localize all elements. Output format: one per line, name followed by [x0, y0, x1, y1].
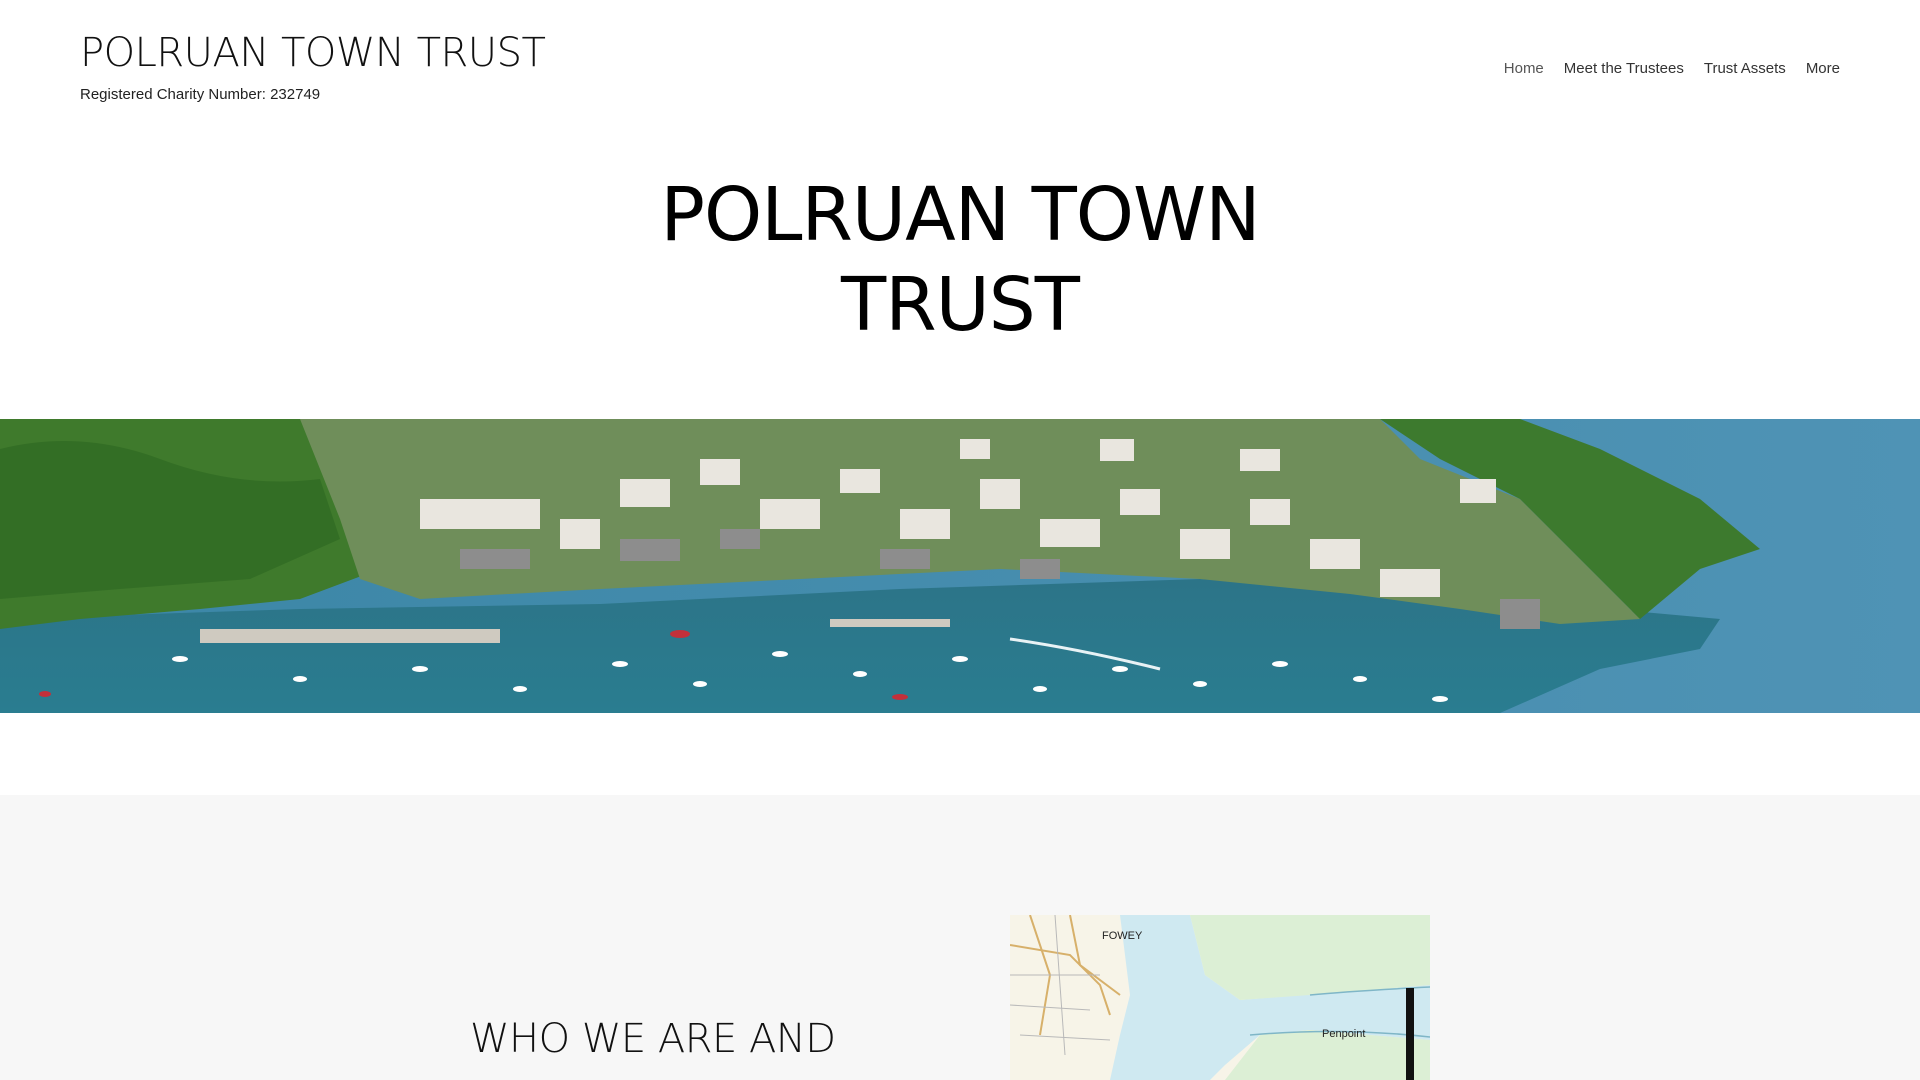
hero-title-line2: TRUST	[841, 262, 1080, 348]
nav-item-home[interactable]: Home	[1504, 60, 1544, 77]
hero-title: POLRUAN TOWN TRUST	[0, 170, 1920, 350]
harbour-banner-image	[0, 419, 1920, 713]
nav-item-meet-the-trustees[interactable]: Meet the Trustees	[1564, 60, 1684, 77]
map-label-penpoint: Penpoint	[1322, 1028, 1365, 1040]
map-label-fowey: FOWEY	[1102, 930, 1143, 942]
main-nav: Home Meet the Trustees Trust Assets More	[1504, 60, 1840, 77]
nav-item-more[interactable]: More	[1806, 60, 1840, 77]
about-heading: WHO WE ARE AND	[470, 1016, 836, 1062]
hero-title-line1: POLRUAN TOWN	[660, 172, 1260, 258]
site-title[interactable]: POLRUAN TOWN TRUST	[80, 30, 546, 76]
nav-item-trust-assets[interactable]: Trust Assets	[1704, 60, 1786, 77]
harbour-illustration	[0, 419, 1920, 713]
area-map[interactable]: FOWEY Penpoint	[1010, 915, 1430, 1080]
charity-number: Registered Charity Number: 232749	[80, 86, 321, 103]
page: POLRUAN TOWN TRUST Registered Charity Nu…	[0, 0, 1920, 1080]
about-section	[0, 795, 1920, 1080]
map-illustration: FOWEY Penpoint	[1010, 915, 1430, 1080]
